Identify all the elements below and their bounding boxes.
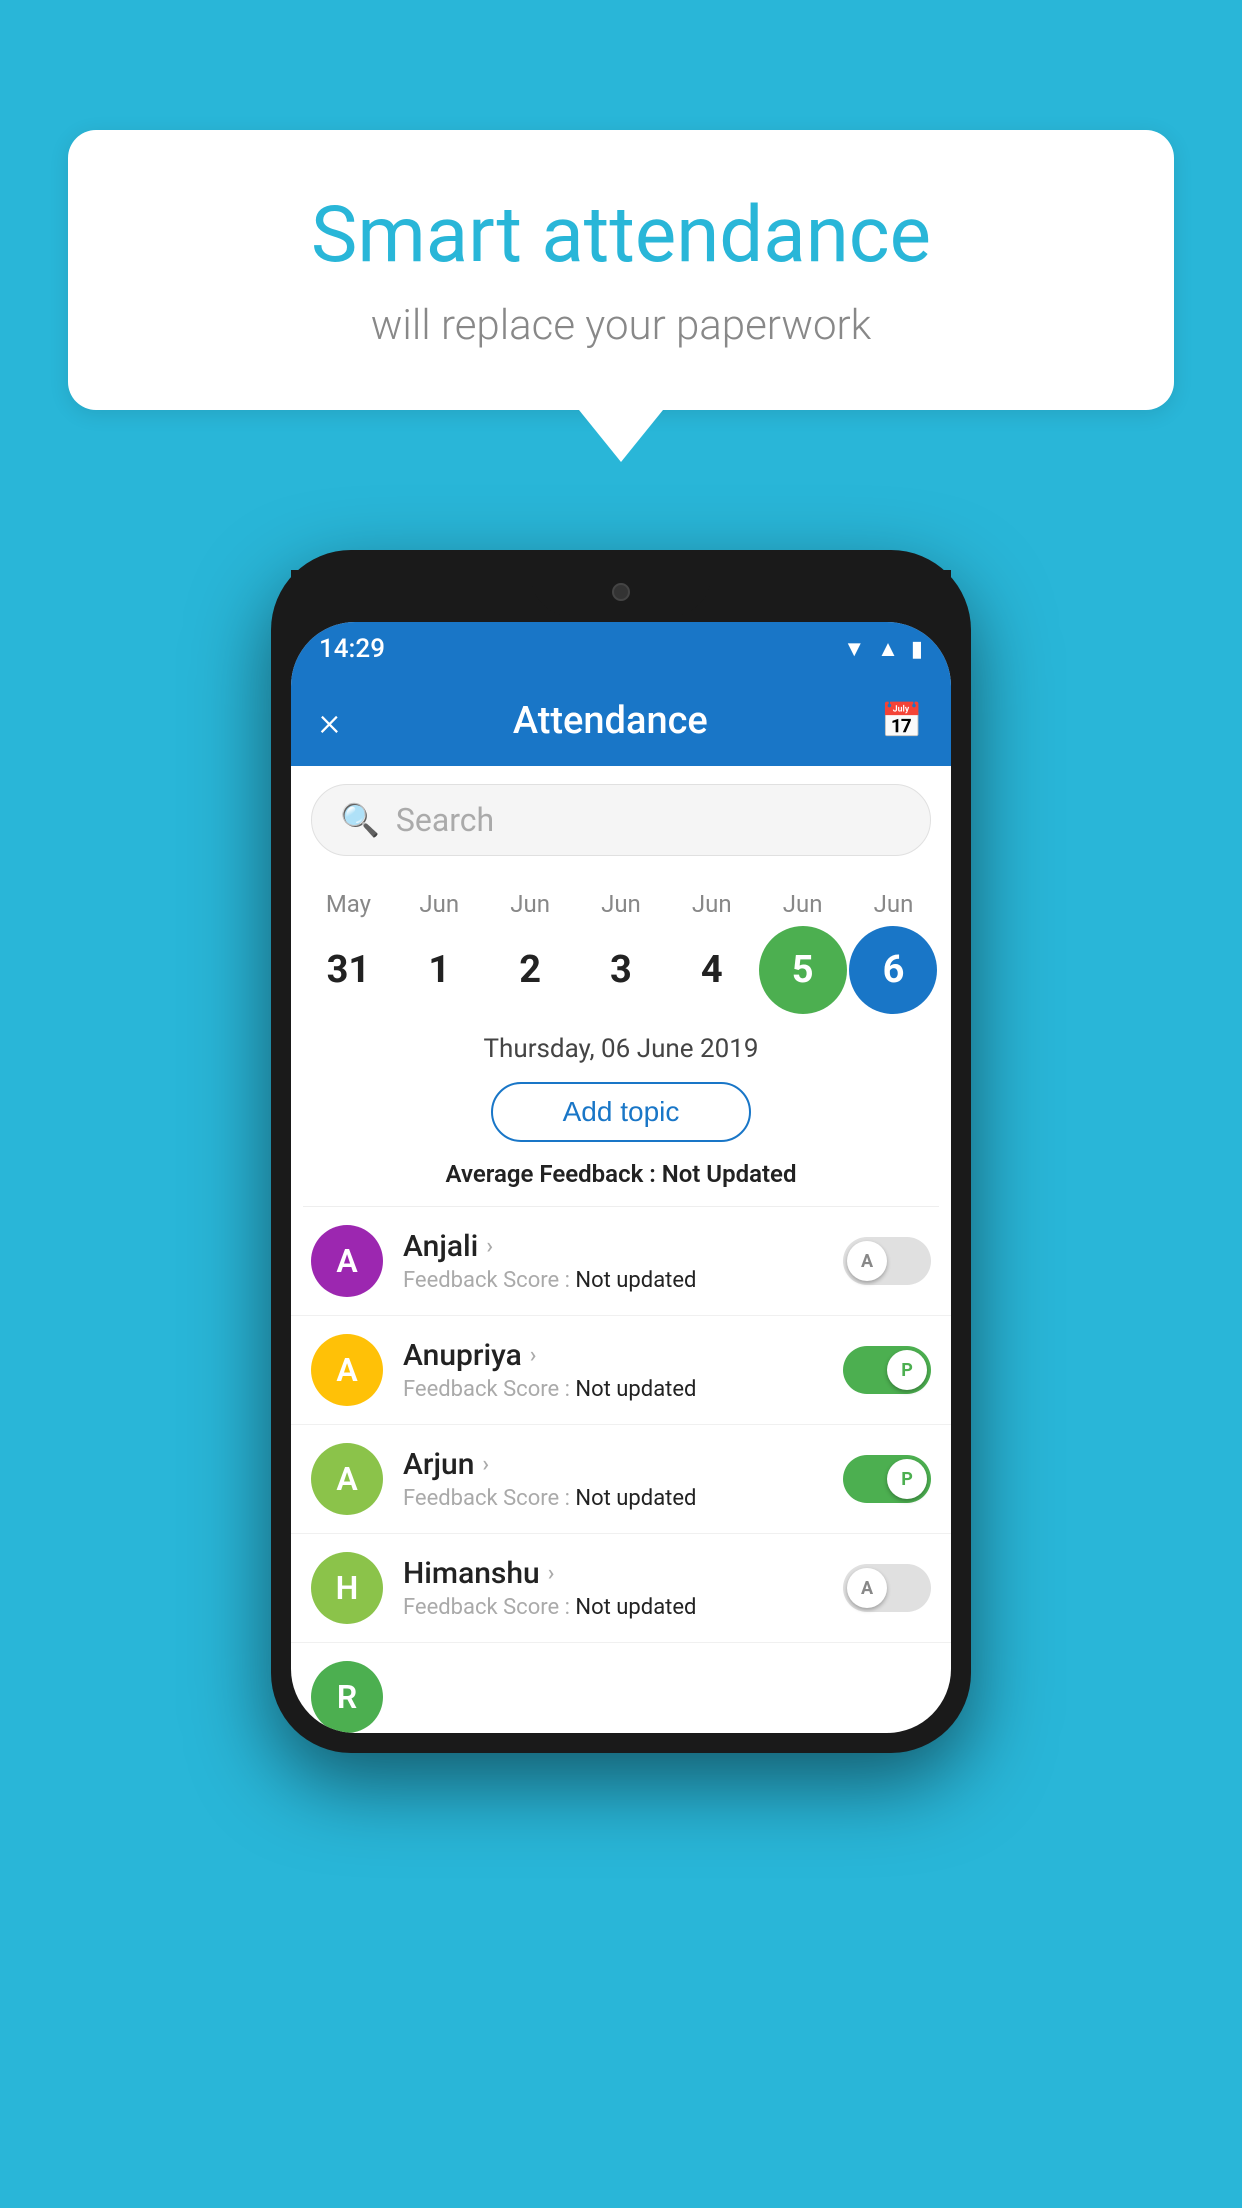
feedback-value: Not updated <box>575 1595 696 1620</box>
status-bar: 14:29 ▼ ▲ ▮ <box>291 622 951 676</box>
toggle-knob: A <box>847 1568 887 1608</box>
student-list: AAnjali ›Feedback Score : Not updatedAAA… <box>291 1207 951 1733</box>
student-info: Anupriya › Feedback Score : Not updated <box>403 1338 843 1402</box>
student-feedback: Feedback Score : Not updated <box>403 1377 843 1402</box>
student-item: H Himanshu › Feedback Score : Not updatedA <box>291 1534 951 1643</box>
search-bar[interactable]: 🔍 Search <box>311 784 931 856</box>
close-button[interactable]: × <box>319 698 340 745</box>
search-icon: 🔍 <box>340 801 380 839</box>
toggle-knob: P <box>887 1350 927 1390</box>
date-cell[interactable]: 4 <box>668 926 756 1014</box>
month-cell: Jun <box>759 890 847 918</box>
app-bar-title: Attendance <box>513 699 708 743</box>
student-name[interactable]: Arjun › <box>403 1447 843 1482</box>
toggle-knob: P <box>887 1459 927 1499</box>
avatar: A <box>311 1334 383 1406</box>
date-cell[interactable]: 5 <box>759 926 847 1014</box>
search-input[interactable]: Search <box>396 801 494 839</box>
chevron-right-icon: › <box>530 1343 537 1368</box>
student-name[interactable]: Himanshu › <box>403 1556 843 1591</box>
student-item: A Arjun › Feedback Score : Not updated P <box>291 1425 951 1534</box>
date-cell[interactable]: 31 <box>304 926 392 1014</box>
date-cell[interactable]: 2 <box>486 926 574 1014</box>
calendar-icon[interactable]: 📅 <box>881 701 923 741</box>
selected-date-label: Thursday, 06 June 2019 <box>291 1034 951 1064</box>
month-row: MayJunJunJunJunJunJun <box>303 890 939 918</box>
date-row: 31123456 <box>303 926 939 1014</box>
feedback-value: Not updated <box>575 1377 696 1402</box>
avatar: A <box>311 1443 383 1515</box>
student-feedback: Feedback Score : Not updated <box>403 1595 843 1620</box>
feedback-value: Not updated <box>575 1268 696 1293</box>
month-cell: May <box>304 890 392 918</box>
phone-notch <box>291 570 951 622</box>
toggle-container[interactable]: A <box>843 1564 931 1612</box>
calendar-row: MayJunJunJunJunJunJun 31123456 <box>291 874 951 1014</box>
camera-dot <box>612 583 630 601</box>
average-feedback: Average Feedback : Not Updated <box>291 1160 951 1188</box>
speech-bubble-title: Smart attendance <box>148 190 1094 281</box>
student-info: Himanshu › Feedback Score : Not updated <box>403 1556 843 1620</box>
student-name[interactable]: Anjali › <box>403 1229 843 1264</box>
add-topic-button[interactable]: Add topic <box>491 1082 751 1142</box>
avg-feedback-value: Not Updated <box>662 1160 797 1188</box>
app-bar: × Attendance 📅 <box>291 676 951 766</box>
month-cell: Jun <box>486 890 574 918</box>
month-cell: Jun <box>577 890 665 918</box>
student-feedback: Feedback Score : Not updated <box>403 1486 843 1511</box>
attendance-toggle[interactable]: A <box>843 1237 931 1285</box>
chevron-right-icon: › <box>486 1234 493 1259</box>
student-info: Arjun › Feedback Score : Not updated <box>403 1447 843 1511</box>
avatar: A <box>311 1225 383 1297</box>
status-time: 14:29 <box>319 634 385 664</box>
phone-mockup: 14:29 ▼ ▲ ▮ × Attendance 📅 🔍 Search <box>271 550 971 1753</box>
notch-cutout <box>531 568 711 616</box>
date-cell[interactable]: 6 <box>849 926 937 1014</box>
student-item: AAnjali ›Feedback Score : Not updatedA <box>291 1207 951 1316</box>
month-cell: Jun <box>395 890 483 918</box>
feedback-value: Not updated <box>575 1486 696 1511</box>
avg-feedback-label: Average Feedback : <box>446 1160 662 1188</box>
chevron-right-icon: › <box>548 1561 555 1586</box>
status-icons: ▼ ▲ ▮ <box>843 636 923 662</box>
phone-screen: 14:29 ▼ ▲ ▮ × Attendance 📅 🔍 Search <box>291 622 951 1733</box>
attendance-toggle[interactable]: P <box>843 1346 931 1394</box>
speech-bubble-container: Smart attendance will replace your paper… <box>68 130 1174 462</box>
month-cell: Jun <box>668 890 756 918</box>
month-cell: Jun <box>849 890 937 918</box>
battery-icon: ▮ <box>911 637 923 662</box>
toggle-container[interactable]: P <box>843 1455 931 1503</box>
toggle-container[interactable]: A <box>843 1237 931 1285</box>
wifi-icon: ▼ <box>843 636 865 662</box>
signal-icon: ▲ <box>877 636 899 662</box>
student-name[interactable]: Anupriya › <box>403 1338 843 1373</box>
partial-student-item: R <box>291 1643 951 1733</box>
attendance-toggle[interactable]: P <box>843 1455 931 1503</box>
chevron-right-icon: › <box>482 1452 489 1477</box>
avatar: H <box>311 1552 383 1624</box>
attendance-toggle[interactable]: A <box>843 1564 931 1612</box>
student-item: A Anupriya › Feedback Score : Not updated P <box>291 1316 951 1425</box>
speech-bubble-subtitle: will replace your paperwork <box>148 301 1094 350</box>
speech-bubble-tail <box>579 410 663 462</box>
date-cell[interactable]: 1 <box>395 926 483 1014</box>
avatar: R <box>311 1661 383 1733</box>
speech-bubble: Smart attendance will replace your paper… <box>68 130 1174 410</box>
toggle-container[interactable]: P <box>843 1346 931 1394</box>
student-feedback: Feedback Score : Not updated <box>403 1268 843 1293</box>
date-cell[interactable]: 3 <box>577 926 665 1014</box>
toggle-knob: A <box>847 1241 887 1281</box>
student-info: Anjali › Feedback Score : Not updated <box>403 1229 843 1293</box>
phone-outer: 14:29 ▼ ▲ ▮ × Attendance 📅 🔍 Search <box>271 550 971 1753</box>
